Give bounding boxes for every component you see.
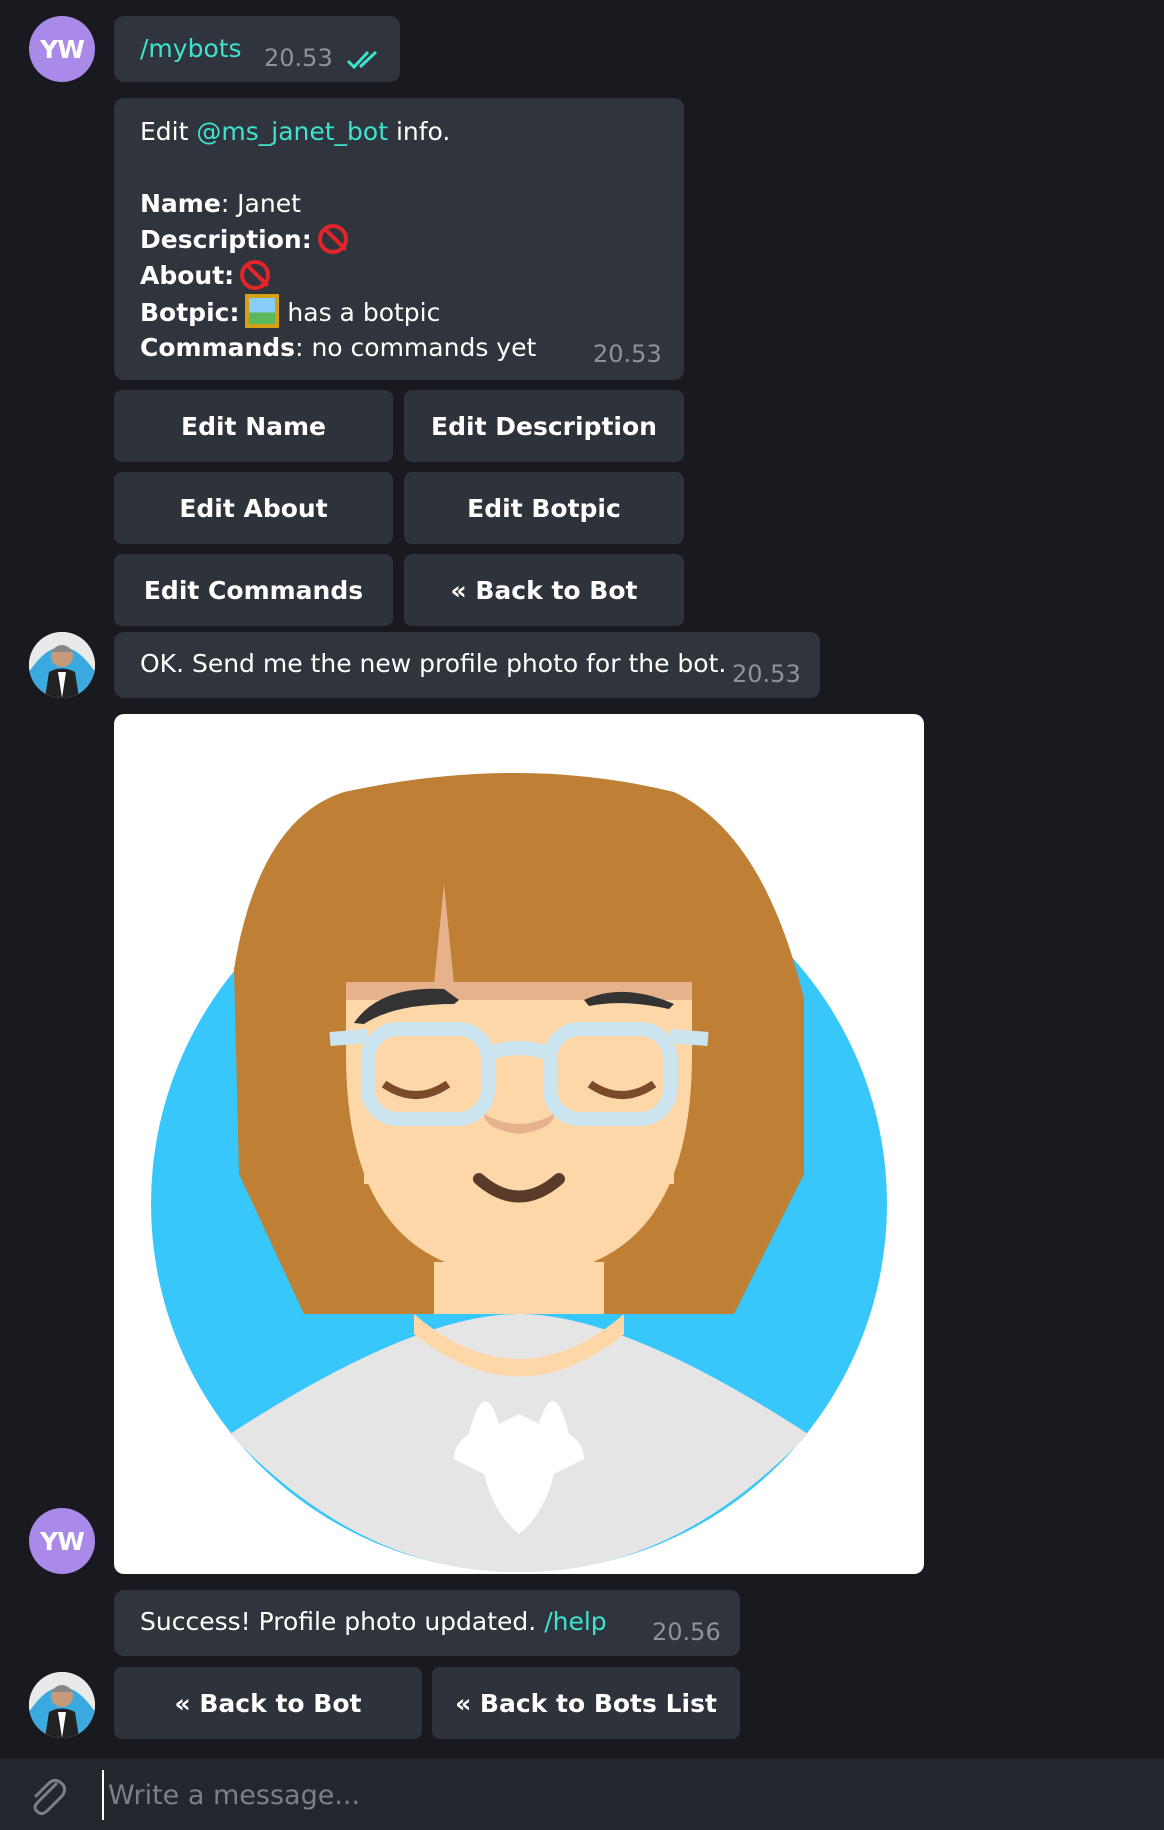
- edit-description-button[interactable]: Edit Description: [404, 390, 684, 462]
- prohibited-icon: [317, 224, 348, 254]
- commands-label: Commands: [140, 333, 296, 362]
- user-avatar[interactable]: YW: [29, 1508, 95, 1574]
- message-time: 20.56: [652, 1618, 721, 1646]
- back-to-bots-list-button[interactable]: « Back to Bots List: [432, 1667, 740, 1739]
- read-checkmarks-icon: [346, 50, 378, 70]
- bot-info-message-bubble: Edit @ms_janet_bot info. Name: Janet Des…: [114, 98, 684, 380]
- success-message-bubble: Success! Profile photo updated. /help 20…: [114, 1590, 740, 1656]
- info-description-row: Description:: [140, 222, 658, 258]
- bot-avatar[interactable]: [29, 1672, 95, 1738]
- framed-picture-icon: [245, 294, 280, 328]
- bot-handle-link[interactable]: @ms_janet_bot: [196, 117, 388, 146]
- prompt-text: OK. Send me the new profile photo for th…: [140, 649, 727, 678]
- command-message-bubble: /mybots 20.53: [114, 16, 400, 82]
- bot-avatar[interactable]: [29, 632, 95, 698]
- about-label: About:: [140, 261, 235, 290]
- paperclip-icon[interactable]: [26, 1774, 70, 1818]
- prohibited-icon: [240, 260, 271, 290]
- botfather-avatar-icon: [29, 632, 95, 698]
- intro-suffix: info.: [388, 117, 451, 146]
- prompt-message-bubble: OK. Send me the new profile photo for th…: [114, 632, 820, 698]
- help-link[interactable]: /help: [544, 1607, 606, 1636]
- botfather-avatar-icon: [29, 1672, 95, 1738]
- message-time: 20.53: [264, 44, 333, 72]
- edit-about-button[interactable]: Edit About: [114, 472, 393, 544]
- success-text-row: Success! Profile photo updated. /help: [140, 1607, 607, 1636]
- message-time: 20.53: [732, 660, 801, 688]
- info-botpic-row: Botpic: has a botpic: [140, 294, 658, 330]
- message-input[interactable]: [102, 1770, 1130, 1820]
- back-to-bot-button[interactable]: « Back to Bot: [114, 1667, 422, 1739]
- profile-photo-message[interactable]: [114, 714, 924, 1574]
- info-intro: Edit @ms_janet_bot info.: [140, 114, 658, 150]
- info-name-row: Name: Janet: [140, 186, 658, 222]
- user-initials: YW: [40, 1526, 85, 1556]
- commands-value: : no commands yet: [295, 333, 537, 362]
- user-avatar[interactable]: YW: [29, 16, 95, 82]
- info-about-row: About:: [140, 258, 658, 294]
- name-label: Name: [140, 189, 221, 218]
- message-time: 20.53: [593, 340, 662, 368]
- botpic-value: has a botpic: [287, 298, 441, 327]
- edit-name-button[interactable]: Edit Name: [114, 390, 393, 462]
- message-composer: [0, 1758, 1164, 1830]
- description-label: Description:: [140, 225, 312, 254]
- botpic-label: Botpic:: [140, 298, 240, 327]
- back-to-bot-button[interactable]: « Back to Bot: [404, 554, 684, 626]
- intro-prefix: Edit: [140, 117, 197, 146]
- success-text: Success! Profile photo updated.: [140, 1607, 545, 1636]
- edit-commands-button[interactable]: Edit Commands: [114, 554, 393, 626]
- name-value: : Janet: [220, 189, 301, 218]
- edit-botpic-button[interactable]: Edit Botpic: [404, 472, 684, 544]
- janet-avatar-image: [151, 773, 887, 1573]
- user-initials: YW: [40, 34, 85, 64]
- info-commands-row: Commands: no commands yet: [140, 330, 658, 366]
- command-link[interactable]: /mybots: [140, 34, 242, 63]
